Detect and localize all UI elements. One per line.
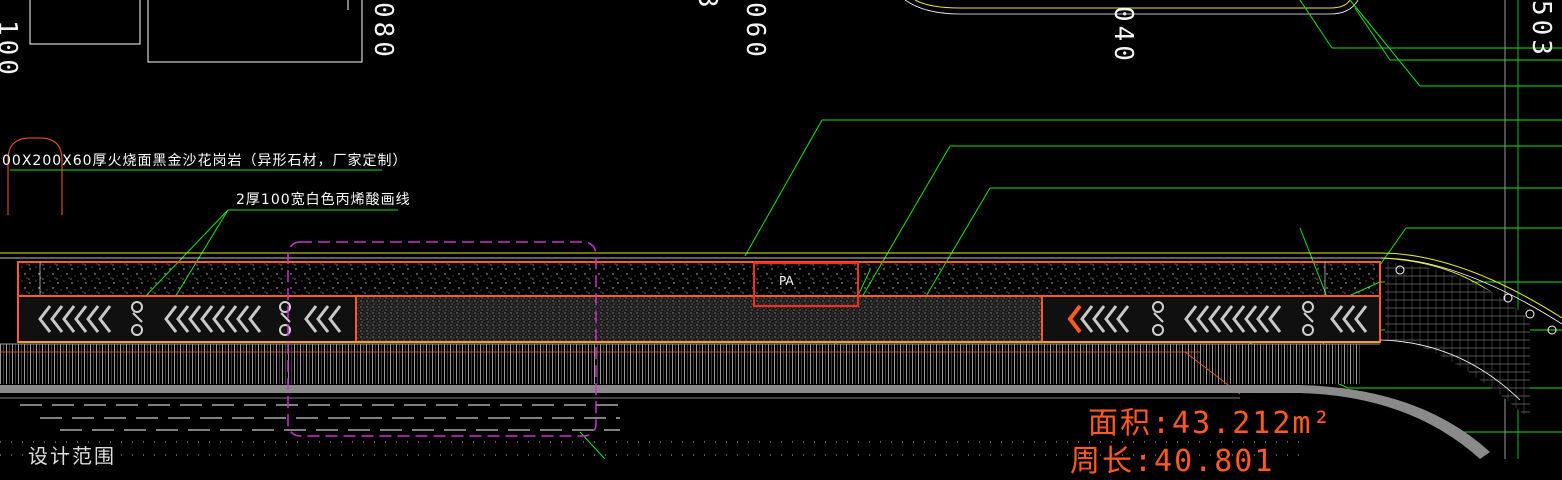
design-range-label: 设计范围 (28, 444, 116, 468)
pa-tag-label: PA (779, 274, 794, 288)
dimension-label-5: 503 (1526, 0, 1556, 59)
callout-stone-spec: 00X200X60厚火烧面黑金沙花岗岩（异形石材，厂家定制） (2, 153, 408, 169)
dimension-label-4: 040 (1108, 6, 1138, 65)
dimension-label-2: 080 (368, 2, 398, 61)
dimension-label-6: 3 (692, 0, 722, 12)
dimension-label-1: 100 (0, 20, 22, 79)
perimeter-label: 周长:40.801 (1070, 444, 1275, 479)
lane-dashes (20, 404, 620, 431)
cad-plan-canvas (0, 0, 1562, 459)
dimension-label-3: 060 (740, 2, 770, 61)
curved-paving (1385, 262, 1530, 420)
callout-paint-line: 2厚100宽白色丙烯酸画线 (236, 192, 411, 208)
building-outline (29, 0, 363, 63)
